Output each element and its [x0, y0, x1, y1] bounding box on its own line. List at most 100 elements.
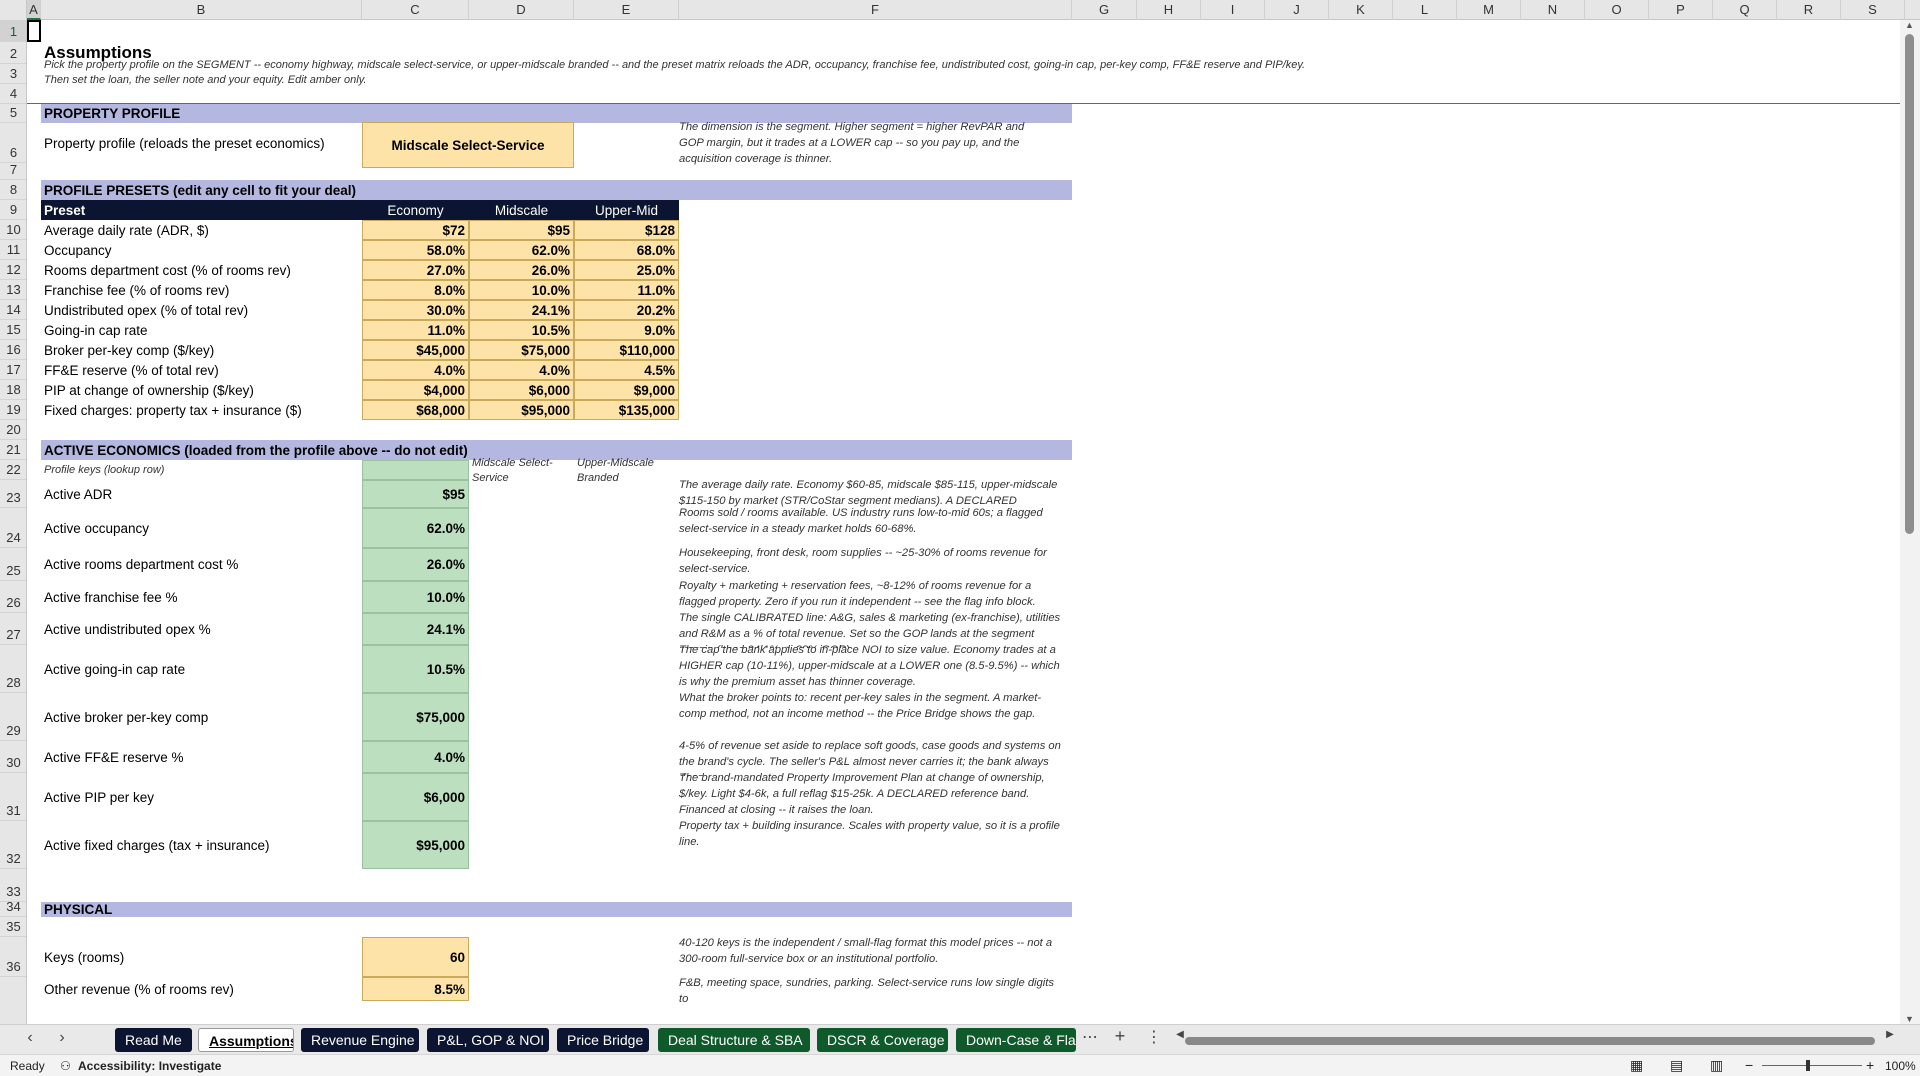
preset-input-cell[interactable]: 24.1%	[469, 300, 574, 320]
preset-input-cell[interactable]: $9,000	[574, 380, 679, 400]
preset-input-cell[interactable]: 4.0%	[362, 360, 469, 380]
preset-input-cell[interactable]: $6,000	[469, 380, 574, 400]
row-header[interactable]: 31	[0, 773, 26, 821]
column-header[interactable]: C	[362, 0, 469, 20]
row-header[interactable]: 23	[0, 480, 26, 508]
column-header[interactable]: J	[1265, 0, 1329, 20]
sheet-tab[interactable]: Revenue Engine	[301, 1028, 419, 1052]
normal-view-icon[interactable]: ▦	[1630, 1057, 1643, 1074]
preset-input-cell[interactable]: $75,000	[469, 340, 574, 360]
scroll-down-icon[interactable]: ▼	[1905, 1014, 1914, 1024]
preset-input-cell[interactable]: 4.5%	[574, 360, 679, 380]
row-header[interactable]: 22	[0, 460, 26, 480]
column-header[interactable]: K	[1329, 0, 1393, 20]
horizontal-scroll-thumb[interactable]	[1185, 1037, 1875, 1045]
preset-input-cell[interactable]: $95,000	[469, 400, 574, 420]
preset-input-cell[interactable]: 20.2%	[574, 300, 679, 320]
row-header[interactable]: 17	[0, 360, 26, 380]
row-header[interactable]: 26	[0, 581, 26, 613]
profile-select[interactable]: Midscale Select-Service	[362, 122, 574, 168]
hscroll-right-icon[interactable]: ▶	[1880, 1029, 1900, 1040]
row-header[interactable]: 9	[0, 200, 26, 220]
row-header[interactable]: 20	[0, 420, 26, 440]
row-header[interactable]: 30	[0, 741, 26, 773]
column-header[interactable]: I	[1201, 0, 1265, 20]
preset-input-cell[interactable]: $68,000	[362, 400, 469, 420]
horizontal-scrollbar[interactable]	[1185, 1035, 1885, 1045]
vertical-scrollbar[interactable]: ▲ ▼	[1900, 20, 1920, 1024]
column-header[interactable]: A	[27, 0, 41, 20]
row-header[interactable]: 28	[0, 645, 26, 693]
row-header[interactable]: 19	[0, 400, 26, 420]
column-header[interactable]: E	[574, 0, 679, 20]
row-header[interactable]: 3	[0, 64, 26, 84]
row-header[interactable]: 18	[0, 380, 26, 400]
row-header[interactable]: 1	[0, 20, 26, 42]
sheet-tab[interactable]: Down-Case & Fla	[956, 1028, 1076, 1052]
physical-input-cell[interactable]: 60	[362, 937, 469, 977]
row-header[interactable]: 6	[0, 123, 26, 163]
sheet-tab[interactable]: Deal Structure & SBA	[658, 1028, 810, 1052]
preset-input-cell[interactable]: 62.0%	[469, 240, 574, 260]
sheet-options-icon[interactable]: ⋮	[1144, 1027, 1164, 1047]
column-header[interactable]: S	[1841, 0, 1905, 20]
sheet-tab[interactable]: Read Me	[115, 1028, 192, 1052]
zoom-slider-thumb[interactable]	[1806, 1060, 1810, 1071]
row-header[interactable]: 14	[0, 300, 26, 320]
column-header[interactable]: Q	[1713, 0, 1777, 20]
preset-input-cell[interactable]: 27.0%	[362, 260, 469, 280]
preset-input-cell[interactable]: 58.0%	[362, 240, 469, 260]
zoom-in-icon[interactable]: +	[1866, 1057, 1874, 1073]
vertical-scroll-thumb[interactable]	[1905, 34, 1914, 534]
sheet-tab[interactable]: Price Bridge	[557, 1028, 649, 1052]
row-header[interactable]: 15	[0, 320, 26, 340]
page-break-icon[interactable]: ▥	[1710, 1057, 1723, 1074]
row-header[interactable]: 35	[0, 917, 26, 937]
preset-input-cell[interactable]: $95	[469, 220, 574, 240]
preset-input-cell[interactable]: 68.0%	[574, 240, 679, 260]
column-header[interactable]: O	[1585, 0, 1649, 20]
row-header[interactable]: 7	[0, 162, 26, 180]
row-header[interactable]: 13	[0, 280, 26, 300]
accessibility-status[interactable]: Accessibility: Investigate	[78, 1059, 221, 1073]
sheet-tab[interactable]: DSCR & Coverage	[817, 1028, 948, 1052]
row-header[interactable]: 32	[0, 821, 26, 869]
row-header[interactable]: 5	[0, 104, 26, 123]
row-header[interactable]: 25	[0, 548, 26, 581]
preset-input-cell[interactable]: 30.0%	[362, 300, 469, 320]
preset-input-cell[interactable]: 10.5%	[469, 320, 574, 340]
more-tabs-icon[interactable]: ⋯	[1080, 1027, 1100, 1047]
preset-input-cell[interactable]: 9.0%	[574, 320, 679, 340]
sheet-grid[interactable]: Assumptions Pick the property profile on …	[27, 20, 1900, 1024]
row-header[interactable]: 36	[0, 937, 26, 977]
select-all-corner[interactable]	[0, 0, 27, 20]
row-header[interactable]: 11	[0, 240, 26, 260]
row-header[interactable]: 27	[0, 613, 26, 645]
page-layout-icon[interactable]: ▤	[1670, 1057, 1683, 1074]
sheet-tab[interactable]: P&L, GOP & NOI	[427, 1028, 549, 1052]
preset-input-cell[interactable]: $4,000	[362, 380, 469, 400]
tab-scroll-right-icon[interactable]: ›	[52, 1029, 72, 1047]
zoom-out-icon[interactable]: −	[1745, 1057, 1753, 1073]
tab-scroll-left-icon[interactable]: ‹	[20, 1029, 40, 1047]
column-header[interactable]: N	[1521, 0, 1585, 20]
row-header[interactable]: 16	[0, 340, 26, 360]
row-header[interactable]: 10	[0, 220, 26, 240]
preset-input-cell[interactable]: 10.0%	[469, 280, 574, 300]
row-header[interactable]: 12	[0, 260, 26, 280]
preset-input-cell[interactable]: $110,000	[574, 340, 679, 360]
row-header[interactable]: 24	[0, 508, 26, 548]
column-header[interactable]: M	[1457, 0, 1521, 20]
add-sheet-icon[interactable]: +	[1110, 1026, 1130, 1047]
row-header[interactable]: 2	[0, 42, 26, 64]
active-cell[interactable]	[27, 20, 41, 42]
preset-input-cell[interactable]: $72	[362, 220, 469, 240]
column-header[interactable]: H	[1137, 0, 1201, 20]
sheet-tab[interactable]: Assumptions	[198, 1028, 294, 1052]
column-header[interactable]: B	[41, 0, 362, 20]
preset-input-cell[interactable]: $128	[574, 220, 679, 240]
zoom-level[interactable]: 100%	[1885, 1059, 1916, 1073]
accessibility-icon[interactable]: ⚇	[60, 1059, 71, 1073]
column-header[interactable]: R	[1777, 0, 1841, 20]
column-header[interactable]: G	[1072, 0, 1137, 20]
